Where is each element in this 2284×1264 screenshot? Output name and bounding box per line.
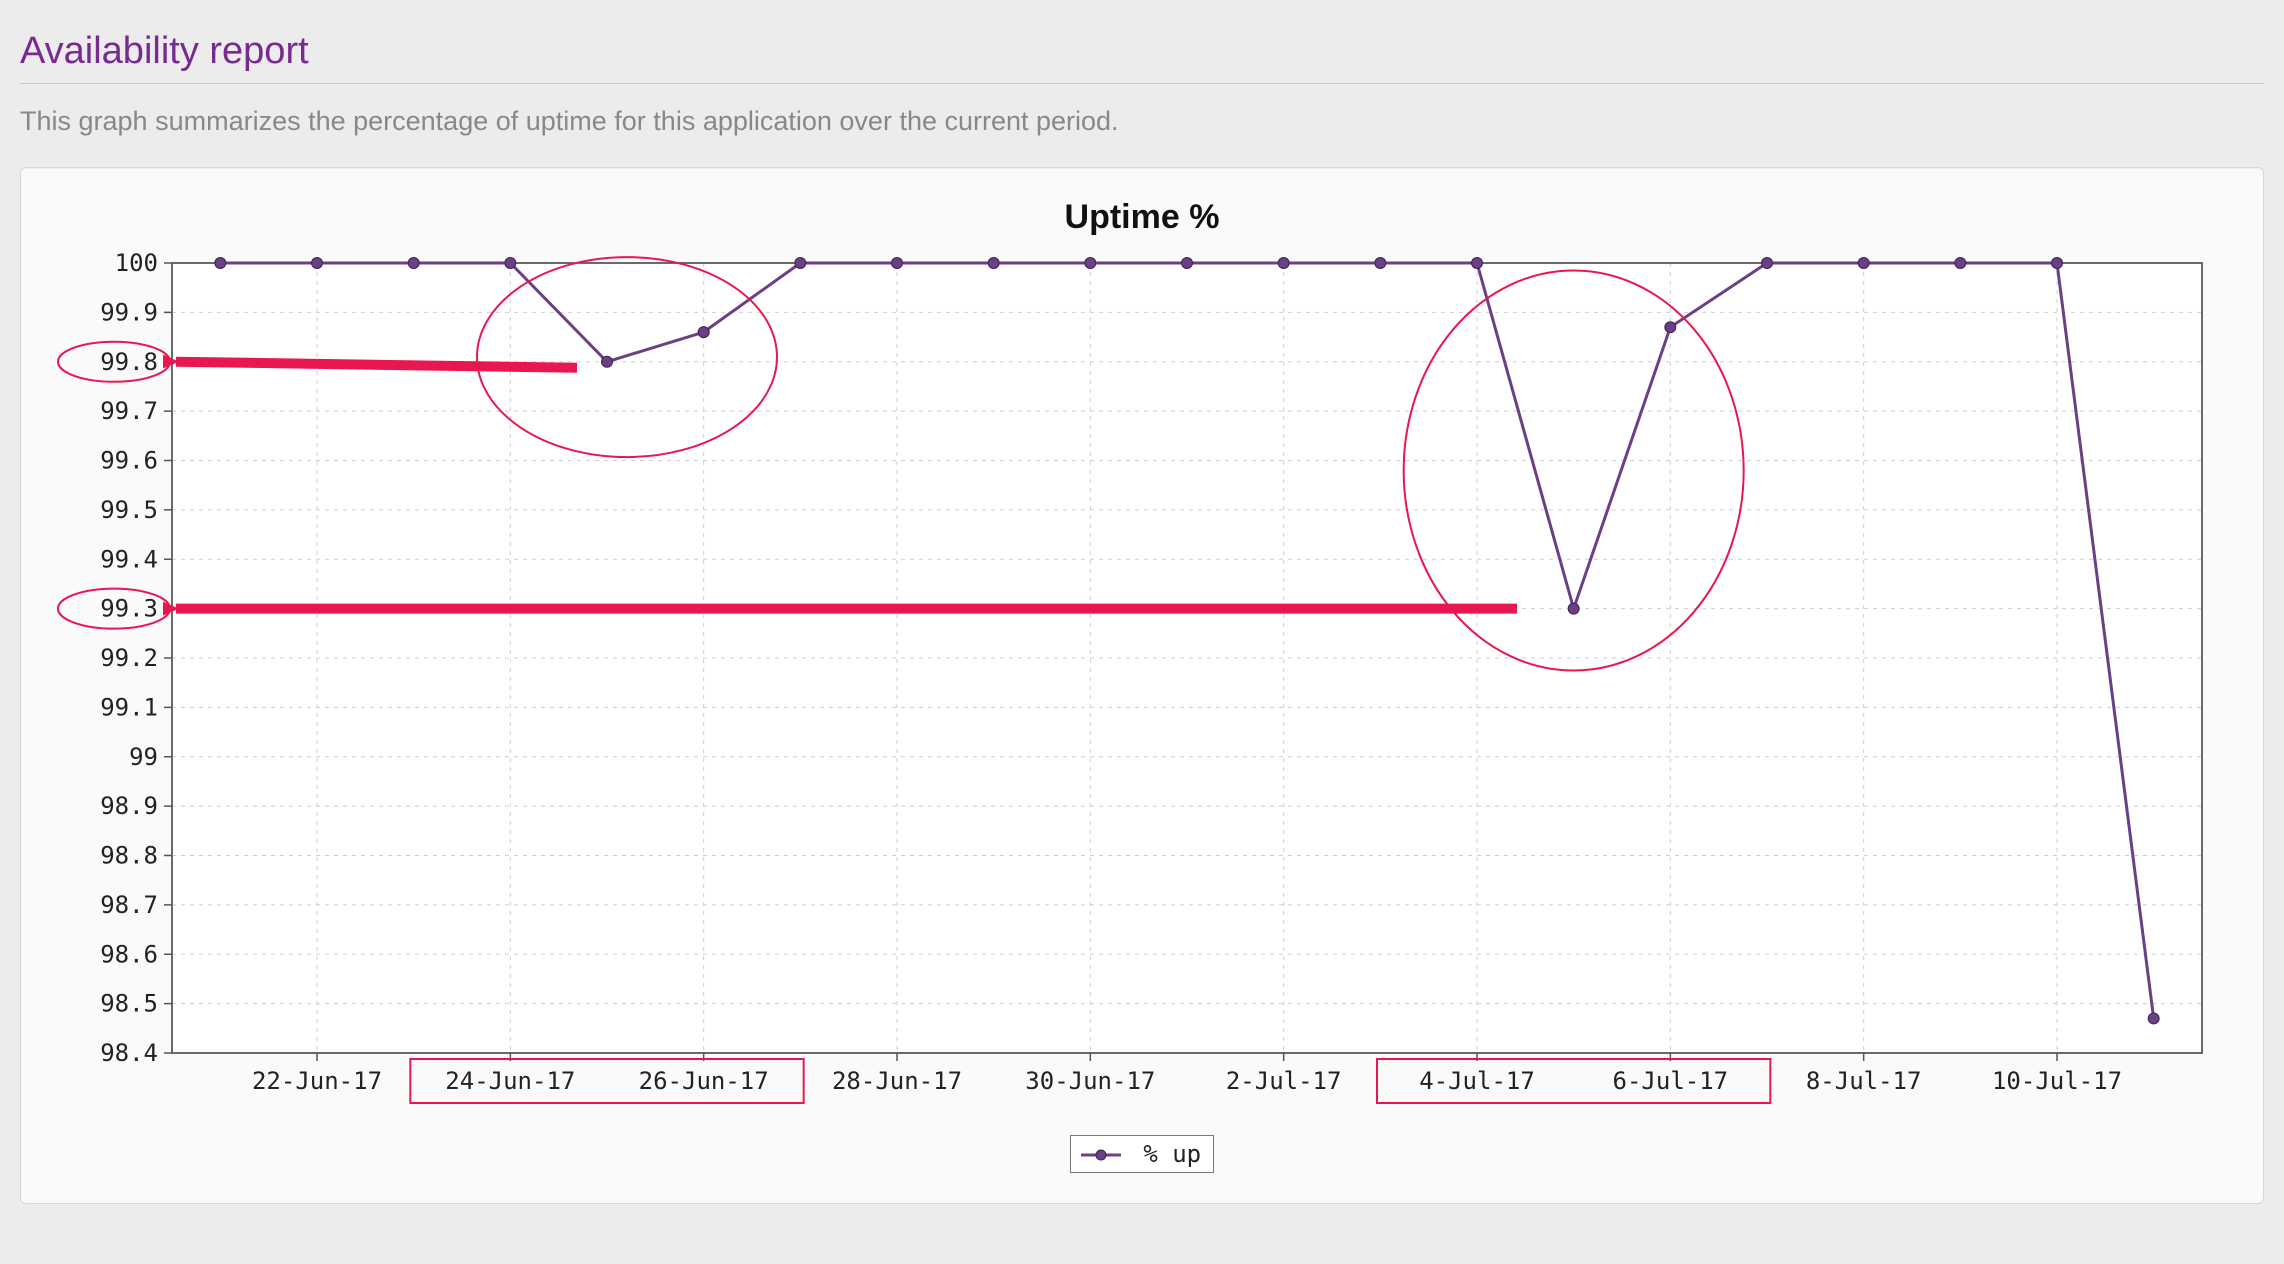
y-tick-label: 99.7 xyxy=(100,397,158,425)
y-tick-label: 98.4 xyxy=(100,1039,158,1067)
y-tick-label: 99.8 xyxy=(100,348,158,376)
y-tick-label: 98.7 xyxy=(100,891,158,919)
x-tick-label: 28-Jun-17 xyxy=(832,1067,962,1095)
x-tick-label: 8-Jul-17 xyxy=(1806,1067,1922,1095)
x-tick-label: 4-Jul-17 xyxy=(1419,1067,1535,1095)
y-tick-label: 98.5 xyxy=(100,990,158,1018)
data-point xyxy=(1858,258,1869,269)
data-point xyxy=(698,327,709,338)
data-point xyxy=(1472,258,1483,269)
x-tick-label: 22-Jun-17 xyxy=(252,1067,382,1095)
data-point xyxy=(505,258,516,269)
data-point xyxy=(1182,258,1193,269)
page-title: Availability report xyxy=(20,30,2264,73)
title-divider xyxy=(20,83,2264,84)
data-point xyxy=(2052,258,2063,269)
x-tick-label: 2-Jul-17 xyxy=(1226,1067,1342,1095)
y-tick-label: 99.2 xyxy=(100,644,158,672)
data-point xyxy=(215,258,226,269)
x-tick-label: 6-Jul-17 xyxy=(1613,1067,1729,1095)
chart-card: Uptime % 98.498.598.698.798.898.99999.19… xyxy=(20,167,2264,1204)
y-tick-label: 99.4 xyxy=(100,545,158,573)
x-tick-label: 30-Jun-17 xyxy=(1025,1067,1155,1095)
data-point xyxy=(408,258,419,269)
y-tick-label: 98.8 xyxy=(100,842,158,870)
uptime-line-chart: 98.4 98.5 98.6 98.7 98.8 98.9 99 99.1 99.2 99.3 99… xyxy=(52,243,2232,1143)
page-subtitle: This graph summarizes the percentage of … xyxy=(20,106,2264,137)
y-tick-label: 98.6 xyxy=(100,940,158,968)
y-tick-label: 99.3 xyxy=(100,595,158,623)
data-point xyxy=(1762,258,1773,269)
data-point xyxy=(312,258,323,269)
x-tick-label: 24-Jun-17 xyxy=(445,1067,575,1095)
y-tick-label: 99 xyxy=(129,743,158,771)
data-point xyxy=(2148,1013,2159,1024)
chart-legend: % up xyxy=(47,1135,2237,1173)
data-point xyxy=(1955,258,1966,269)
data-point xyxy=(1278,258,1289,269)
y-tick-label: 99.1 xyxy=(100,693,158,721)
data-point xyxy=(892,258,903,269)
data-point xyxy=(1375,258,1386,269)
data-point xyxy=(988,258,999,269)
data-point xyxy=(795,258,806,269)
data-point xyxy=(1085,258,1096,269)
data-point xyxy=(1665,322,1676,333)
y-tick-label: 99.6 xyxy=(100,447,158,475)
y-tick-label: 98.9 xyxy=(100,792,158,820)
x-tick-label: 10-Jul-17 xyxy=(1992,1067,2122,1095)
y-tick-label: 99.9 xyxy=(100,298,158,326)
legend-series-label: % up xyxy=(1143,1140,1201,1168)
y-tick-label: 99.5 xyxy=(100,496,158,524)
data-point xyxy=(1568,603,1579,614)
x-tick-label: 26-Jun-17 xyxy=(639,1067,769,1095)
annotation-arrow xyxy=(176,362,577,368)
data-point xyxy=(602,356,613,367)
chart-title: Uptime % xyxy=(47,198,2237,237)
y-tick-label: 100 xyxy=(115,249,158,277)
